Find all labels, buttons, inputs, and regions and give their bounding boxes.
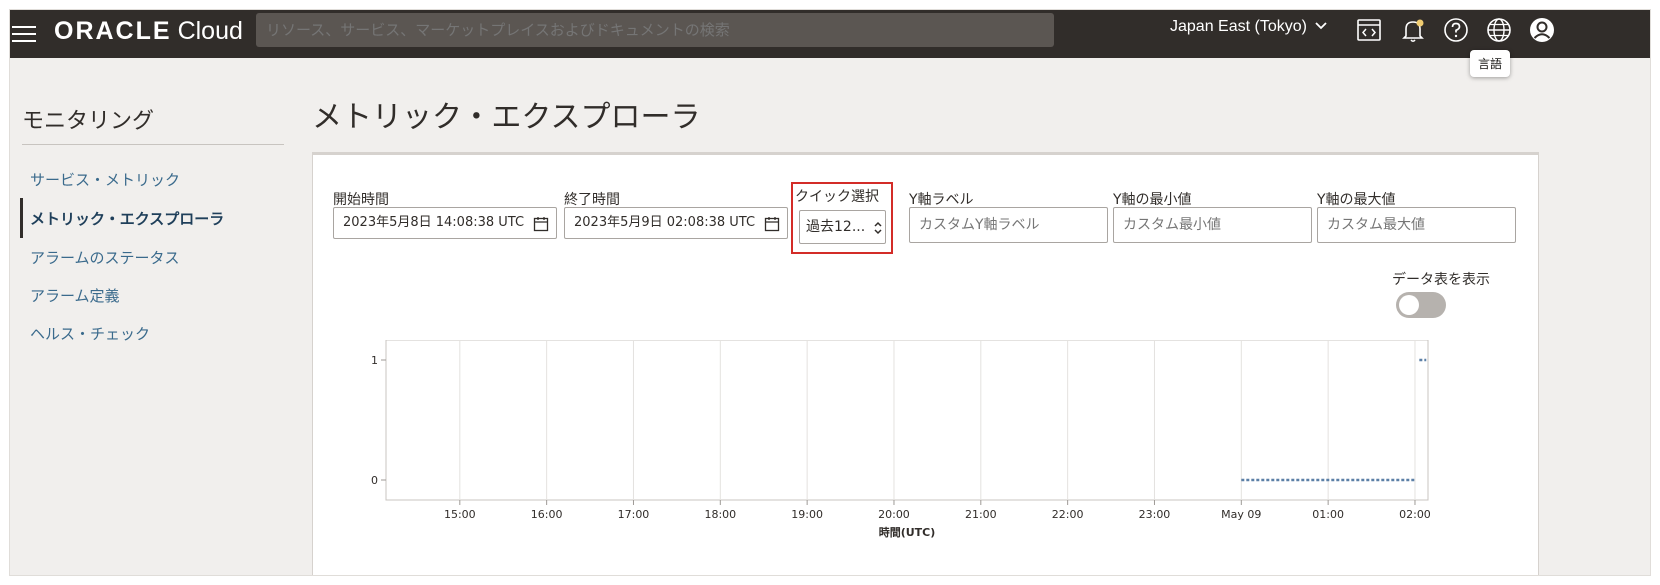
end-time-input[interactable]: 2023年5月9日 02:08:38 UTC: [564, 207, 788, 239]
plot-area: [385, 340, 1429, 501]
x-tick-label: 19:00: [791, 508, 823, 521]
sidebar-item-health-checks[interactable]: ヘルス・チェック: [30, 323, 150, 344]
x-tick-label: 01:00: [1312, 508, 1344, 521]
x-tick-label: 18:00: [704, 508, 736, 521]
calendar-icon[interactable]: [764, 216, 780, 232]
sidebar-title: モニタリング: [22, 109, 155, 134]
x-tick-label: 20:00: [878, 508, 910, 521]
data-table-toggle[interactable]: [1396, 292, 1446, 318]
y-axis-max-label: Y軸の最大値: [1317, 192, 1396, 208]
y-axis-min-label: Y軸の最小値: [1113, 192, 1192, 208]
x-tick-label: May 09: [1221, 508, 1261, 521]
x-tick-label: 23:00: [1139, 508, 1171, 521]
start-time-input[interactable]: 2023年5月8日 14:08:38 UTC: [333, 207, 557, 239]
app-frame: ORACLECloud Japan East (Tokyo): [10, 10, 1650, 575]
y-tick-label: 1: [371, 354, 378, 367]
data-table-toggle-label: データ表を表示: [1392, 272, 1490, 288]
globe-icon[interactable]: [1485, 16, 1513, 44]
profile-icon[interactable]: [1528, 16, 1556, 44]
y-tick-label: 0: [371, 474, 378, 487]
sidebar-divider: [22, 144, 284, 145]
y-axis-label-input[interactable]: [909, 207, 1108, 243]
y-axis-min-input[interactable]: [1113, 207, 1312, 243]
x-tick-label: 17:00: [618, 508, 650, 521]
code-editor-icon[interactable]: [1355, 16, 1383, 44]
quick-select-label: クイック選択: [795, 189, 879, 205]
search-input[interactable]: [256, 13, 1054, 47]
bell-icon[interactable]: [1399, 16, 1427, 44]
x-tick-label: 22:00: [1052, 508, 1084, 521]
quick-select-highlight: クイック選択 過去12...: [791, 182, 893, 254]
x-axis-label: 時間(UTC): [879, 525, 936, 539]
toggle-knob: [1399, 295, 1419, 315]
x-tick-label: 21:00: [965, 508, 997, 521]
sidebar-item-alarm-status[interactable]: アラームのステータス: [30, 247, 180, 268]
calendar-icon[interactable]: [533, 216, 549, 232]
quick-select-dropdown[interactable]: 過去12...: [799, 210, 886, 244]
y-axis-label-label: Y軸ラベル: [909, 192, 974, 208]
hamburger-icon[interactable]: [10, 20, 40, 48]
up-down-chevron-icon: [874, 221, 882, 235]
x-tick-label: 16:00: [531, 508, 563, 521]
help-icon[interactable]: [1442, 16, 1470, 44]
language-tooltip: 言語: [1470, 50, 1511, 77]
metrics-panel: 開始時間 2023年5月8日 14:08:38 UTC 終了時間 2023年5月…: [312, 152, 1539, 575]
start-time-label: 開始時間: [333, 192, 389, 208]
chevron-down-icon: [1315, 22, 1328, 30]
y-axis-max-input[interactable]: [1317, 207, 1516, 243]
page-title: メトリック・エクスプローラ: [312, 100, 701, 135]
region-selector[interactable]: Japan East (Tokyo): [1170, 18, 1328, 36]
sidebar-item-service-metrics[interactable]: サービス・メトリック: [30, 169, 180, 190]
x-tick-label: 15:00: [444, 508, 476, 521]
top-bar: ORACLECloud Japan East (Tokyo): [10, 10, 1650, 58]
oracle-cloud-logo[interactable]: ORACLE Cloud: [54, 17, 243, 46]
x-tick-label: 02:00: [1399, 508, 1431, 521]
end-time-label: 終了時間: [564, 192, 620, 208]
sidebar-item-alarm-definitions[interactable]: アラーム定義: [30, 285, 120, 306]
active-nav-indicator: [20, 198, 23, 238]
metrics-chart: 15:00 16:00 17:00 18:00 19:00 20:00 21:00 22:00…: [371, 340, 1431, 539]
sidebar-item-metrics-explorer[interactable]: メトリック・エクスプローラ: [30, 208, 224, 229]
